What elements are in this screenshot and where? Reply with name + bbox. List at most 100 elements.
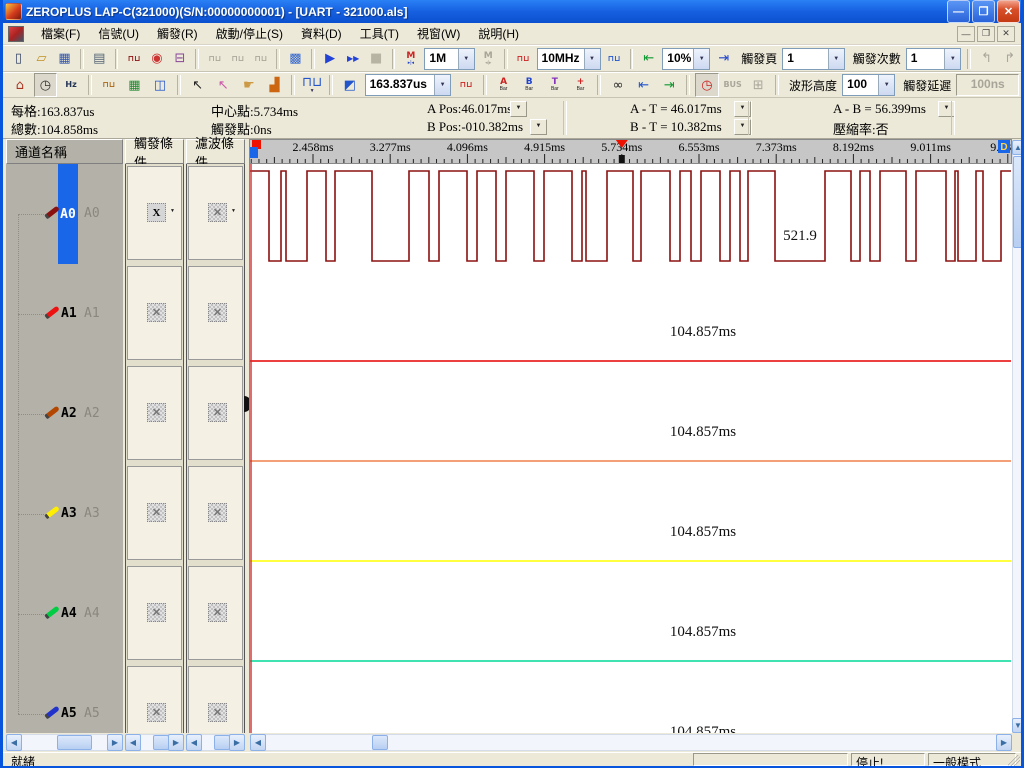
filter-state-icon-A3[interactable]: ✕ xyxy=(208,503,227,522)
menu-item-1[interactable]: 檔案(F) xyxy=(32,25,89,43)
filter-state-icon-A0[interactable]: ✕ xyxy=(208,203,227,222)
trigger-cell-A3[interactable]: ✕ xyxy=(127,466,182,560)
trigger-hscroll-thumb[interactable] xyxy=(153,735,169,750)
waveform-window-icon[interactable]: ⊓⊔ xyxy=(97,73,121,97)
trigger-state-icon-A1[interactable]: ✕ xyxy=(147,303,166,322)
memory-apply-icon[interactable]: M▸|◂ xyxy=(400,47,421,71)
filter-cell-A3[interactable]: ✕ xyxy=(188,466,243,560)
listing-window-icon[interactable]: ▦ xyxy=(123,73,147,97)
selected-channel-highlight[interactable]: A0 xyxy=(58,164,78,264)
mdi-minimize-button[interactable]: — xyxy=(957,26,975,42)
trigger-setup-icon[interactable]: ◉ xyxy=(146,47,167,71)
frequency-blue-icon[interactable]: ⊓⊔ xyxy=(604,47,625,71)
repeat-run-icon[interactable]: ▶▶ xyxy=(343,47,364,71)
multi-select-icon[interactable]: ↖ xyxy=(211,73,235,97)
frequency-display-icon[interactable]: Hz xyxy=(59,73,83,97)
sampling-setup-icon[interactable]: ⊓⊔ xyxy=(123,47,144,71)
waveform-vscroll-up-arrow[interactable]: ▲ xyxy=(1012,140,1024,155)
b-pos-dropdown[interactable]: ▼ xyxy=(530,119,547,135)
new-file-icon[interactable]: ▯ xyxy=(8,47,29,71)
channel-label-A5[interactable]: A5 xyxy=(61,706,77,721)
waveform-height-combo[interactable]: 100▼ xyxy=(842,74,895,96)
trigger-cell-A2[interactable]: ✕ xyxy=(127,366,182,460)
hand-tool-icon[interactable]: ☛ xyxy=(237,73,261,97)
print-icon[interactable]: ▤ xyxy=(89,47,110,71)
filter-cell-A5[interactable]: ✕ xyxy=(188,666,243,733)
trigger-state-icon-A3[interactable]: ✕ xyxy=(147,503,166,522)
close-button[interactable]: ✕ xyxy=(997,0,1020,23)
waveform-vscroll-thumb[interactable] xyxy=(1013,156,1023,248)
a-pos-dropdown[interactable]: ▼ xyxy=(510,101,527,117)
filter-state-icon-A5[interactable]: ✕ xyxy=(208,703,227,722)
trigger-count-combo[interactable]: 1▼ xyxy=(906,48,962,70)
add-bar-icon[interactable]: +Bar xyxy=(569,73,593,97)
trigger-pos-left-icon[interactable]: ⇤ xyxy=(638,47,659,71)
noise-filter-icon[interactable]: ▩ xyxy=(285,47,306,71)
filter-cell-A4[interactable]: ✕ xyxy=(188,566,243,660)
trigger-delay-mode-icon[interactable]: ◷ xyxy=(695,73,719,97)
memory-depth-dropdown[interactable]: ▼ xyxy=(458,49,474,69)
filter-state-icon-A1[interactable]: ✕ xyxy=(208,303,227,322)
channel-label-A1[interactable]: A1 xyxy=(61,306,77,321)
trigger-dropdown-A0[interactable]: ▼ xyxy=(167,204,178,219)
trigger-pos-right-icon[interactable]: ⇥ xyxy=(713,47,734,71)
trigger-state-icon-A2[interactable]: ✕ xyxy=(147,403,166,422)
waveform-hscroll-thumb[interactable] xyxy=(372,735,388,750)
channel-names-hscroll-left-arrow[interactable]: ◀ xyxy=(6,734,22,751)
go-end-icon[interactable]: ⇥ xyxy=(658,73,682,97)
menu-item-2[interactable]: 信號(U) xyxy=(89,25,148,43)
waveform-vscroll-down-arrow[interactable]: ▼ xyxy=(1012,718,1024,733)
mdi-close-button[interactable]: ✕ xyxy=(997,26,1015,42)
scale-combo[interactable]: 163.837us▼ xyxy=(365,74,452,96)
maximize-button[interactable]: ❐ xyxy=(972,0,995,23)
channel-label-A2[interactable]: A2 xyxy=(61,406,77,421)
trigger-count-dropdown[interactable]: ▼ xyxy=(944,49,960,69)
filter-hscroll-thumb[interactable] xyxy=(214,735,230,750)
filter-cell-A2[interactable]: ✕ xyxy=(188,366,243,460)
filter-cell-A0[interactable]: ✕▼ xyxy=(188,166,243,260)
waveform-hscroll-right-arrow[interactable]: ▶ xyxy=(996,734,1012,751)
open-file-icon[interactable]: ▱ xyxy=(31,47,52,71)
find-pulse-icon[interactable]: ∞ xyxy=(606,73,630,97)
trigger-state-icon-A0[interactable]: X xyxy=(147,203,166,222)
filter-dropdown-A0[interactable]: ▼ xyxy=(228,204,239,219)
time-ruler[interactable]: 2.458ms3.277ms4.096ms4.915ms5.734ms6.553… xyxy=(249,139,1012,164)
filter-hscroll-right-arrow[interactable]: ▶ xyxy=(229,734,245,751)
channel-label-A4[interactable]: A4 xyxy=(61,606,77,621)
channel-names-hscroll-thumb[interactable] xyxy=(57,735,92,750)
save-file-icon[interactable]: ▦ xyxy=(54,47,75,71)
filter-state-icon-A4[interactable]: ✕ xyxy=(208,603,227,622)
go-start-icon[interactable]: ⇤ xyxy=(632,73,656,97)
filter-state-icon-A2[interactable]: ✕ xyxy=(208,403,227,422)
waveform-mode-dropdown[interactable]: ▼ xyxy=(310,89,315,94)
t-bar-icon[interactable]: TBar xyxy=(543,73,567,97)
trigger-cell-A1[interactable]: ✕ xyxy=(127,266,182,360)
trigger-cell-A0[interactable]: X▼ xyxy=(127,166,182,260)
measure-tool-icon[interactable]: ▟ xyxy=(263,73,287,97)
channel-label-A3[interactable]: A3 xyxy=(61,506,77,521)
trigger-position-dropdown[interactable]: ▼ xyxy=(693,49,709,69)
waveform-height-dropdown[interactable]: ▼ xyxy=(878,75,894,95)
menu-item-4[interactable]: 啟動/停止(S) xyxy=(207,25,292,43)
b-bar-icon[interactable]: BBar xyxy=(517,73,541,97)
trigger-cell-A4[interactable]: ✕ xyxy=(127,566,182,660)
time-display-icon[interactable]: ◷ xyxy=(34,73,58,97)
menu-item-8[interactable]: 說明(H) xyxy=(469,25,528,43)
trigger-page-dropdown[interactable]: ▼ xyxy=(828,49,844,69)
mdi-restore-button[interactable]: ❐ xyxy=(977,26,995,42)
waveform-mode-icon[interactable]: ⊓⊔▼ xyxy=(300,73,324,97)
trigger-page-combo[interactable]: 1▼ xyxy=(782,48,844,70)
a-bar-icon[interactable]: ABar xyxy=(492,73,516,97)
trigger-hscroll-right-arrow[interactable]: ▶ xyxy=(168,734,184,751)
navigator-window-icon[interactable]: ◫ xyxy=(148,73,172,97)
waveform-display-area[interactable]: 521.9104.857ms104.857ms104.857ms104.857m… xyxy=(249,164,1012,733)
trigger-state-icon-A4[interactable]: ✕ xyxy=(147,603,166,622)
trigger-position-combo[interactable]: 10%▼ xyxy=(662,48,710,70)
sample-rate-dropdown[interactable]: ▼ xyxy=(584,49,600,69)
trigger-cell-A5[interactable]: ✕ xyxy=(127,666,182,733)
menu-item-3[interactable]: 觸發(R) xyxy=(148,25,207,43)
menu-item-6[interactable]: 工具(T) xyxy=(351,25,408,43)
sample-rate-combo[interactable]: 10MHz▼ xyxy=(537,48,601,70)
memory-depth-combo[interactable]: 1M▼ xyxy=(424,48,474,70)
filter-hscroll-left-arrow[interactable]: ◀ xyxy=(186,734,202,751)
